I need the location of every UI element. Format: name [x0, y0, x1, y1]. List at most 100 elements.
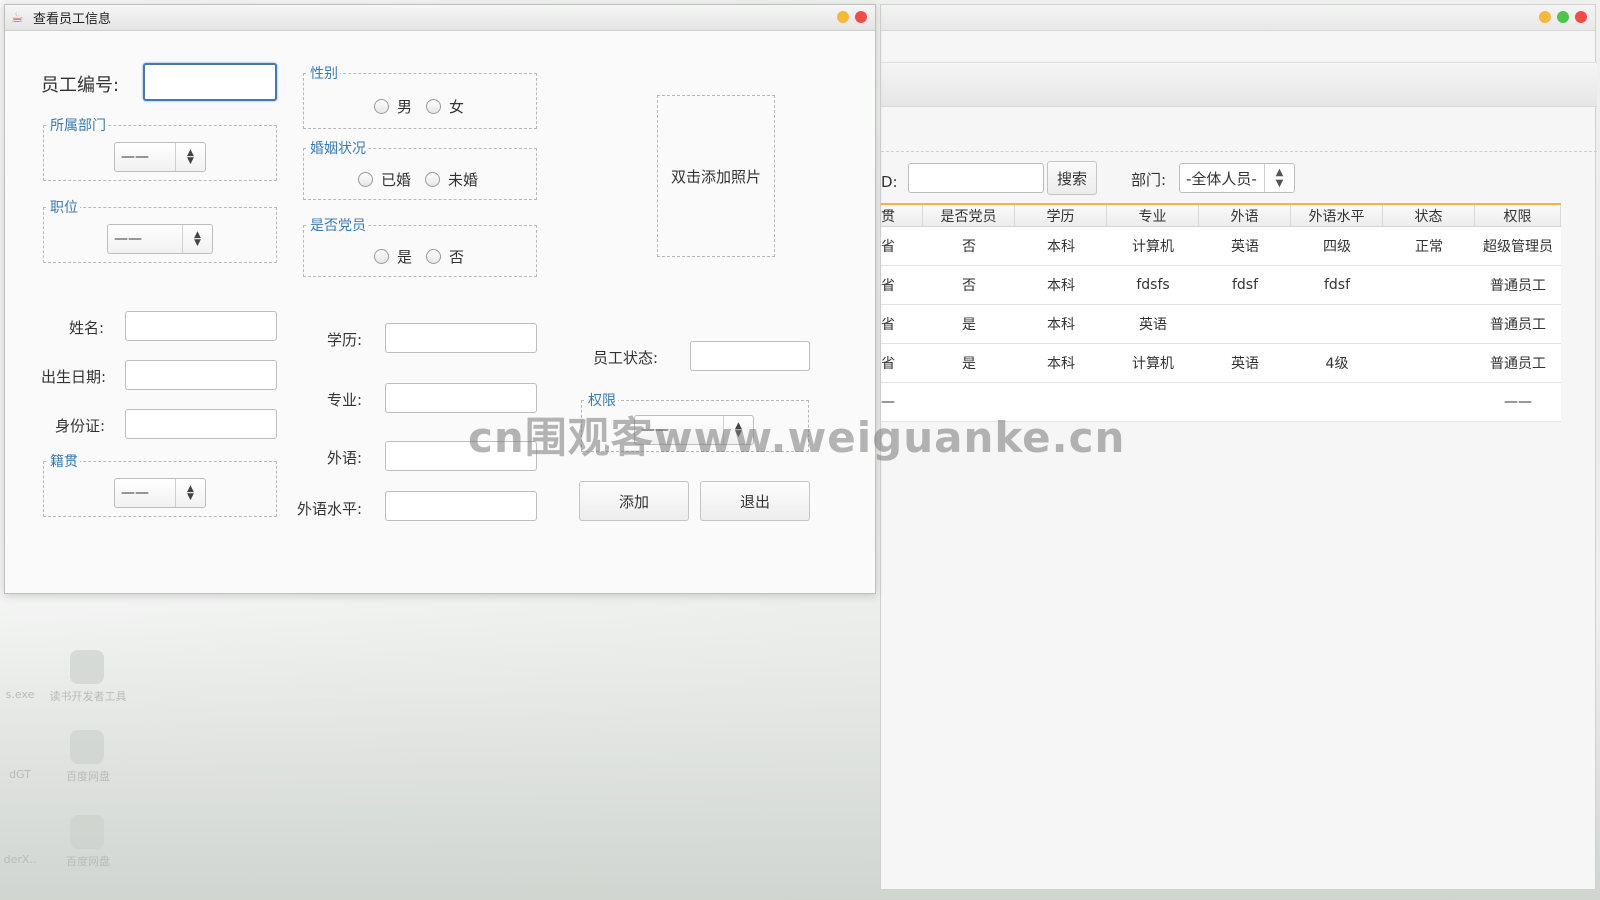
column-header[interactable]: 学历 — [1015, 205, 1107, 226]
table-cell: 英语 — [1231, 239, 1259, 255]
close-icon[interactable] — [1575, 11, 1587, 23]
table-cell: 本科 — [1047, 356, 1075, 372]
column-header[interactable]: 贯 — [881, 205, 923, 226]
position-select[interactable]: —— ▲ ▼ — [107, 224, 213, 254]
married-radio[interactable] — [358, 172, 373, 187]
column-header[interactable]: 是否党员 — [923, 205, 1015, 226]
birth-date-input[interactable] — [125, 360, 277, 390]
dept-group-title: 所属部门 — [48, 115, 108, 135]
window-titlebar: ☕ 查看员工信息 — [5, 5, 875, 31]
window-title: 查看员工信息 — [33, 12, 112, 27]
unmarried-label: 未婚 — [448, 171, 479, 189]
desktop-icon-label-left-1: s.exe — [5, 688, 35, 701]
desktop-icon-2[interactable] — [70, 730, 104, 764]
search-button[interactable]: 搜索 — [1047, 161, 1097, 195]
table-cell: 英语 — [1139, 317, 1167, 333]
gender-male-label: 男 — [397, 98, 413, 116]
column-header[interactable]: 外语水平 — [1291, 205, 1383, 226]
gender-male-radio[interactable] — [374, 99, 389, 114]
table-row[interactable]: 省 是 本科 英语 普通员工 — [881, 305, 1561, 344]
party-yes-label: 是 — [397, 248, 413, 266]
table-row[interactable]: 省 是 本科 计算机 英语 4级 普通员工 — [881, 344, 1561, 383]
desktop-icon-1[interactable] — [70, 650, 104, 684]
table-cell: —— — [1504, 394, 1532, 410]
id-card-input[interactable] — [125, 409, 277, 439]
native-place-select[interactable]: —— ▲ ▼ — [114, 478, 206, 508]
column-header[interactable]: 权限 — [1475, 205, 1561, 226]
gender-group: 性别 男 女 — [303, 63, 537, 129]
unmarried-radio[interactable] — [425, 172, 441, 187]
coffee-cup-icon: ☕ — [11, 9, 24, 26]
table-cell: fdsf — [1323, 277, 1351, 293]
table-cell — [923, 383, 1015, 421]
dept-select[interactable]: —— ▲ ▼ — [114, 142, 206, 172]
table-cell — [1107, 383, 1199, 421]
chevron-updown-icon: ▲ ▼ — [175, 479, 205, 507]
employee-status-input[interactable] — [690, 341, 810, 371]
major-input[interactable] — [385, 383, 537, 413]
column-header[interactable]: 专业 — [1107, 205, 1199, 226]
employee-id-input[interactable] — [143, 63, 277, 101]
permission-select[interactable]: —— ▲ ▼ — [634, 415, 754, 445]
foreign-language-input[interactable] — [385, 441, 537, 471]
party-yes-radio[interactable] — [374, 249, 389, 264]
back-toolbar — [881, 63, 1597, 107]
table-cell: 超级管理员 — [1483, 239, 1553, 255]
table-cell — [1291, 305, 1383, 343]
table-cell — [1383, 305, 1475, 343]
table-cell: 省 — [881, 239, 895, 255]
table-cell — [1383, 344, 1475, 382]
minimize-icon[interactable] — [1539, 11, 1551, 23]
permission-select-value: —— — [641, 422, 669, 438]
table-row[interactable]: — —— — [881, 383, 1561, 422]
exit-button[interactable]: 退出 — [700, 481, 810, 521]
table-cell: 否 — [962, 278, 976, 294]
party-member-group-title: 是否党员 — [308, 215, 368, 235]
table-cell: 省 — [881, 317, 895, 333]
minimize-icon[interactable] — [837, 11, 849, 23]
gender-group-title: 性别 — [308, 63, 340, 83]
table-cell: 英语 — [1231, 356, 1259, 372]
dept-filter-select[interactable]: -全体人员- ▲ ▼ — [1179, 163, 1295, 193]
party-member-group: 是否党员 是 否 — [303, 215, 537, 277]
desktop-icon-3[interactable] — [70, 815, 104, 849]
gender-female-radio[interactable] — [426, 99, 442, 114]
close-icon[interactable] — [855, 11, 867, 23]
language-level-input[interactable] — [385, 491, 537, 521]
column-header[interactable]: 外语 — [1199, 205, 1291, 226]
maximize-icon[interactable] — [1557, 11, 1569, 23]
back-menubar — [881, 33, 1597, 63]
name-input[interactable] — [125, 311, 277, 341]
back-titlebar — [881, 5, 1595, 31]
dept-filter-value: -全体人员- — [1186, 169, 1257, 188]
foreign-language-label: 外语: — [327, 449, 363, 467]
language-level-label: 外语水平: — [297, 500, 363, 518]
education-input[interactable] — [385, 323, 537, 353]
party-no-radio[interactable] — [426, 249, 442, 264]
table-cell: 普通员工 — [1490, 278, 1546, 294]
search-input[interactable] — [908, 163, 1044, 193]
employee-detail-window: ☕ 查看员工信息 员工编号: 所属部门 —— ▲ ▼ 职位 —— ▲ ▼ 性别 男 … — [4, 4, 876, 594]
desktop-icon-label-2: 百度网盘 — [66, 770, 110, 783]
table-row[interactable]: 省 否 本科 fdsfs fdsf fdsf 普通员工 — [881, 266, 1561, 305]
add-button[interactable]: 添加 — [579, 481, 689, 521]
dept-select-value: —— — [121, 149, 149, 165]
table-cell: 计算机 — [1132, 239, 1174, 255]
employee-status-label: 员工状态: — [593, 349, 659, 367]
desktop-icon-label-3: 百度网盘 — [66, 855, 110, 868]
marital-group: 婚姻状况 已婚 未婚 — [303, 138, 537, 200]
table-cell: 计算机 — [1132, 356, 1174, 372]
table-row[interactable]: 省 否 本科 计算机 英语 四级 正常 超级管理员 — [881, 227, 1561, 266]
name-label: 姓名: — [69, 319, 105, 337]
back-divider — [881, 151, 1597, 152]
desktop-icon-label-1: 读书开发者工具 — [49, 690, 127, 703]
table-cell: 是 — [962, 317, 976, 333]
party-no-label: 否 — [449, 248, 465, 266]
position-group-title: 职位 — [48, 197, 80, 217]
permission-group: 权限 —— ▲ ▼ — [581, 390, 809, 452]
table-cell: 省 — [881, 278, 895, 294]
photo-upload-area[interactable]: 双击添加照片 — [657, 95, 775, 257]
gender-female-label: 女 — [449, 98, 465, 116]
photo-upload-label: 双击添加照片 — [670, 167, 761, 186]
column-header[interactable]: 状态 — [1383, 205, 1475, 226]
